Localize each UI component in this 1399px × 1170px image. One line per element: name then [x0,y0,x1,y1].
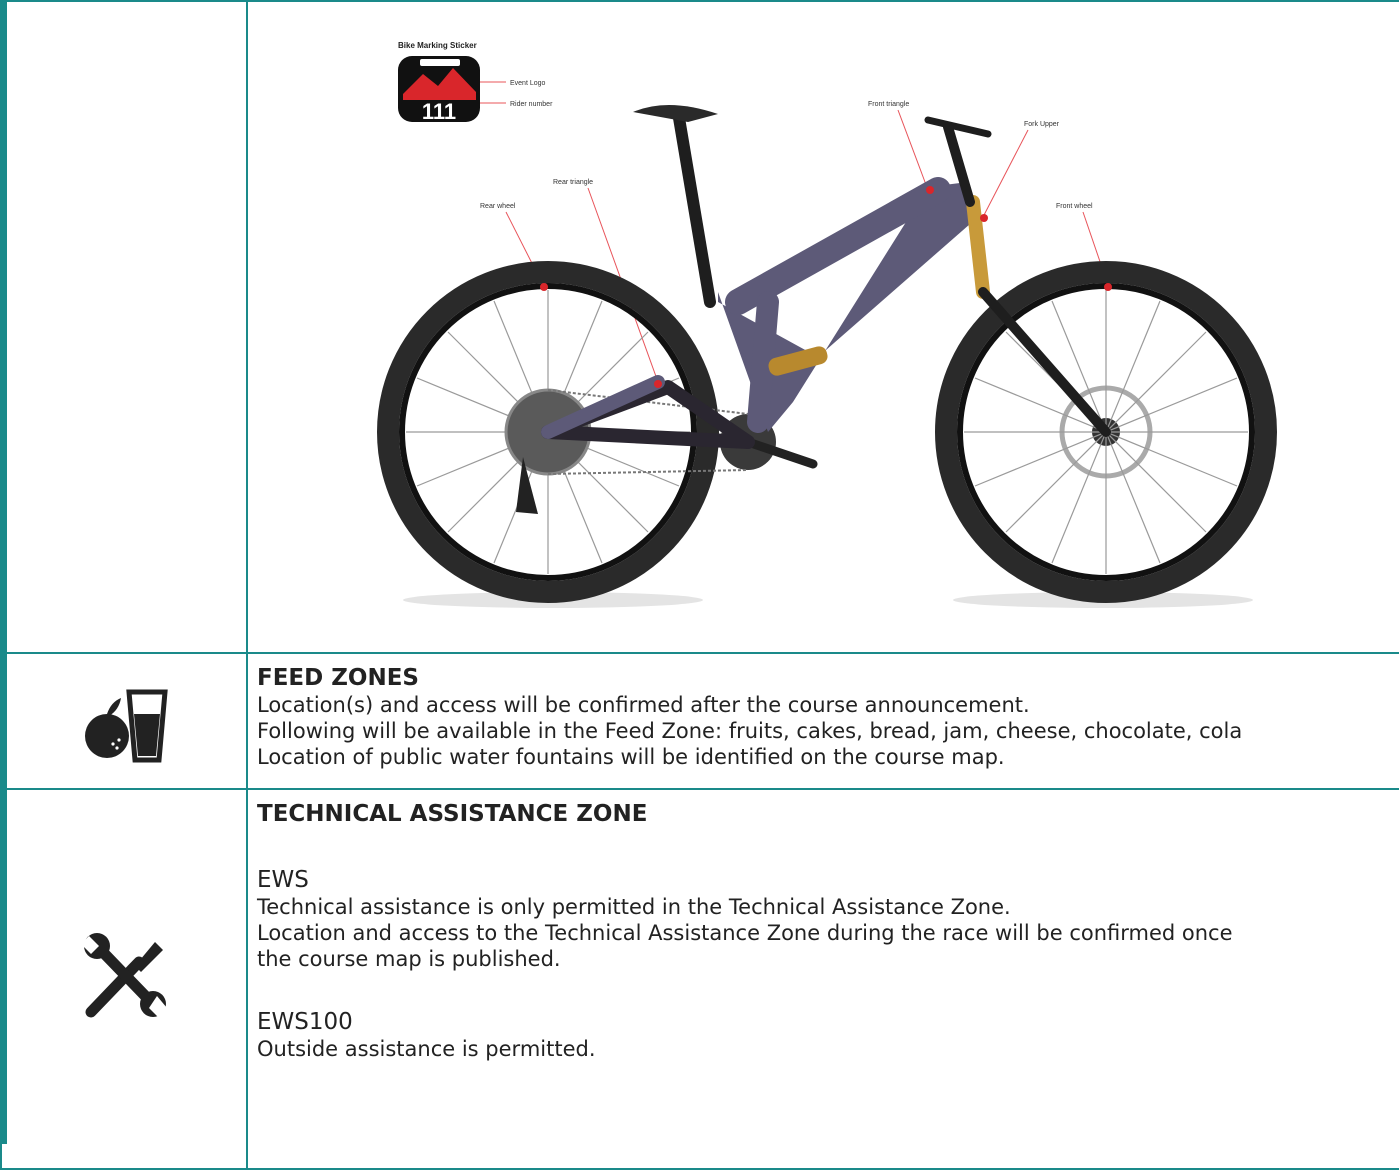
ews-line: Technical assistance is only permitted i… [257,895,1011,919]
ews-line: Location and access to the Technical Ass… [257,921,1233,945]
label-rear-wheel: Rear wheel [480,203,516,210]
label-fork-upper: Fork Upper [1024,121,1060,128]
feed-zones-line: Location of public water fountains will … [257,745,1005,769]
ews-line: the course map is published. [257,947,561,971]
feed-zones-line: Location(s) and access will be confirmed… [257,693,1030,717]
feed-zones-line: Following will be available in the Feed … [257,719,1243,743]
empty-icon-cell [0,0,248,654]
sticker-title: Bike Marking Sticker [398,41,477,50]
left-border [0,0,7,1144]
technical-assistance-text-cell: TECHNICAL ASSISTANCE ZONE EWS Technical … [246,788,1399,1170]
bike-marking-diagram: Bike Marking Sticker 111 Event Logo Ride… [377,41,1277,608]
bike-marking-sticker: 111 [398,56,480,124]
label-front-wheel: Front wheel [1056,203,1093,210]
technical-assistance-icon-cell [0,788,248,1170]
feed-zones-row: FEED ZONES Location(s) and access will b… [0,652,1399,790]
wrench-screwdriver-icon [81,933,167,1018]
technical-assistance-row: TECHNICAL ASSISTANCE ZONE EWS Technical … [0,788,1399,1170]
label-rear-triangle: Rear triangle [553,179,593,186]
ews100-line: Outside assistance is permitted. [257,1037,596,1061]
bike-diagram-cell: Bike Marking Sticker 111 Event Logo Ride… [246,0,1399,654]
sticker-number: 111 [422,99,456,124]
document-page: Bike Marking Sticker 111 Event Logo Ride… [0,0,1399,1170]
label-front-triangle: Front triangle [868,101,909,108]
label-event-logo: Event Logo [510,80,546,87]
apple-and-glass-icon [85,689,168,763]
technical-assistance-heading: TECHNICAL ASSISTANCE ZONE [257,801,648,827]
feed-zones-icon-cell [0,652,248,790]
bike-frame [541,104,978,449]
feed-zones-heading: FEED ZONES [257,665,419,691]
bike-marking-row: Bike Marking Sticker 111 Event Logo Ride… [0,0,1399,654]
ews100-title: EWS100 [257,1009,353,1035]
label-rider-number: Rider number [510,101,553,108]
feed-zones-text-cell: FEED ZONES Location(s) and access will b… [246,652,1399,790]
info-table: Bike Marking Sticker 111 Event Logo Ride… [0,0,1399,1170]
ews-title: EWS [257,867,309,893]
